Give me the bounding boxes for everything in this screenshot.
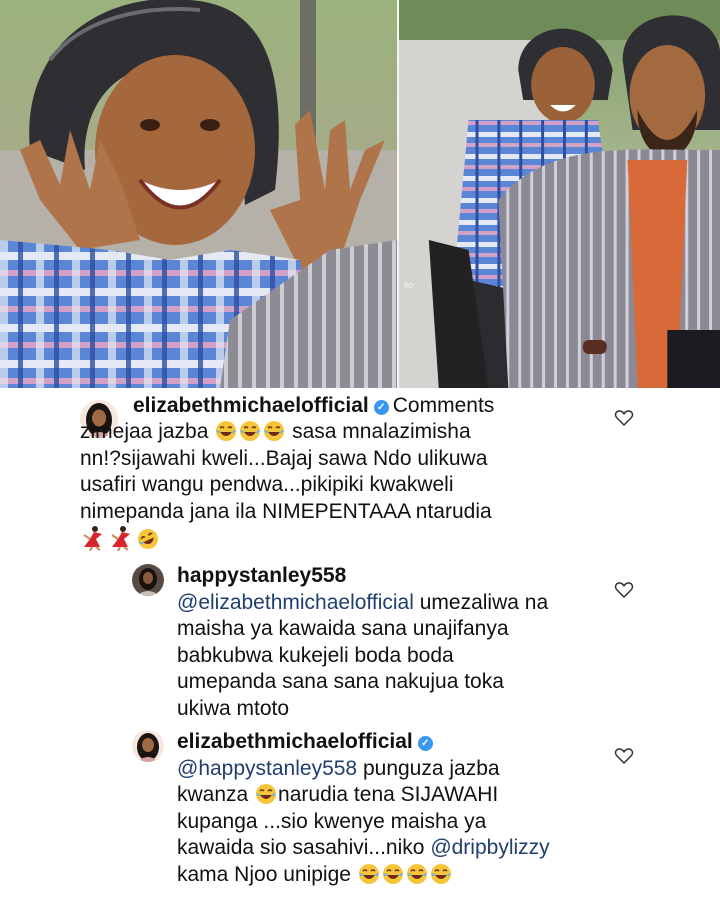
comment-username[interactable]: elizabethmichaelofficial xyxy=(177,730,413,753)
instagram-comment-screenshot: ilo elizabethmichaelofficial ✓ Comments zi… xyxy=(0,0,720,899)
comment-line: kawaida sio sasahivi...niko @dripbylizzy xyxy=(177,835,607,862)
comment-line: elizabethmichaelofficial ✓ Comments xyxy=(133,393,603,420)
verified-badge-icon: ✓ xyxy=(417,736,433,751)
heart-outline-icon xyxy=(614,582,634,598)
comment-line: maisha ya kawaida sana unajifanya xyxy=(177,617,509,641)
profile-photo-icon xyxy=(132,564,164,596)
like-button[interactable] xyxy=(614,580,634,600)
avatar[interactable] xyxy=(132,730,164,762)
comment-line: babkubwa kukejeli boda boda xyxy=(177,643,454,667)
comment-text: kama Njoo unipige xyxy=(177,862,351,886)
comment-line: umepanda sana sana nakujua toka xyxy=(177,670,504,694)
comment-text: Comments xyxy=(392,394,495,417)
comment-line: happystanley558 xyxy=(177,563,597,590)
face-with-tears-of-joy-emoji xyxy=(255,783,277,805)
comment-text: kawaida sio sasahivi...niko xyxy=(177,836,425,860)
comment-line: zimejaa jazba sasa mnalazimisha xyxy=(80,419,620,446)
like-button[interactable] xyxy=(614,408,634,428)
face-with-tears-of-joy-emoji xyxy=(406,863,428,885)
like-button[interactable] xyxy=(614,746,634,766)
post-photo-strip: ilo xyxy=(0,0,720,388)
comment-line: usafiri wangu pendwa...pikipiki kwakweli xyxy=(80,473,454,497)
face-with-tears-of-joy-emoji xyxy=(358,863,380,885)
comment-body-continued: zimejaa jazba sasa mnalazimisha nn!?sija… xyxy=(80,419,620,554)
comment-text: kwanza xyxy=(177,783,249,807)
mention-link[interactable]: @dripbylizzy xyxy=(430,836,549,859)
comment-text: umezaliwa na xyxy=(419,590,549,614)
heart-outline-icon xyxy=(614,748,634,764)
comment-line: kama Njoo unipige xyxy=(177,862,607,889)
comment-line: kupanga ...sio kwenye maisha ya xyxy=(177,809,487,833)
comment-text: sasa mnalazimisha xyxy=(292,420,471,443)
woman-on-motorbike-closeup-image xyxy=(0,0,397,388)
post-photo-right[interactable]: ilo xyxy=(397,0,720,388)
comment-username[interactable]: elizabethmichaelofficial xyxy=(133,394,369,417)
comment-body: elizabethmichaelofficial ✓ @happystanley5… xyxy=(177,729,607,889)
photo-watermark-text: ilo xyxy=(404,280,413,290)
comment-line: nimepanda jana ila NIMEPENTAAA ntarudia xyxy=(80,499,492,523)
mention-link[interactable]: @happystanley558 xyxy=(177,757,357,780)
dancer-emoji xyxy=(108,525,134,552)
comment-text: narudia tena SIJAWAHI xyxy=(278,783,499,807)
face-with-tears-of-joy-emoji xyxy=(382,863,404,885)
comment-line: elizabethmichaelofficial ✓ xyxy=(177,729,607,756)
heart-outline-icon xyxy=(614,410,634,426)
avatar[interactable] xyxy=(132,564,164,596)
comment-line: @happystanley558 punguza jazba xyxy=(177,756,607,783)
comment-line: ukiwa mtoto xyxy=(177,696,290,720)
comment-body: happystanley558 @elizabethmichaelofficia… xyxy=(177,563,597,723)
face-with-tears-of-joy-emoji xyxy=(263,420,285,442)
couple-on-motorbike-image: ilo xyxy=(399,0,720,388)
rolling-on-floor-laughing-emoji xyxy=(137,528,159,550)
profile-photo-icon xyxy=(132,730,164,762)
mention-link[interactable]: @elizabethmichaelofficial xyxy=(177,591,414,614)
comment-line: nn!?sijawahi kweli...Bajaj sawa Ndo ulik… xyxy=(80,446,488,470)
comment-line: kwanza narudia tena SIJAWAHI xyxy=(177,782,607,809)
comment-emoji-line xyxy=(80,525,620,554)
comment-text: zimejaa jazba xyxy=(80,420,209,443)
comment-username[interactable]: happystanley558 xyxy=(177,564,346,587)
face-with-tears-of-joy-emoji xyxy=(239,420,261,442)
comment-body: elizabethmichaelofficial ✓ Comments xyxy=(133,393,603,420)
face-with-tears-of-joy-emoji xyxy=(215,420,237,442)
verified-badge-icon: ✓ xyxy=(373,400,389,415)
dancer-emoji xyxy=(80,525,106,552)
comment-line: @elizabethmichaelofficial umezaliwa na xyxy=(177,590,597,617)
face-with-tears-of-joy-emoji xyxy=(430,863,452,885)
comment-text: punguza jazba xyxy=(362,756,500,780)
post-photo-left[interactable] xyxy=(0,0,397,388)
